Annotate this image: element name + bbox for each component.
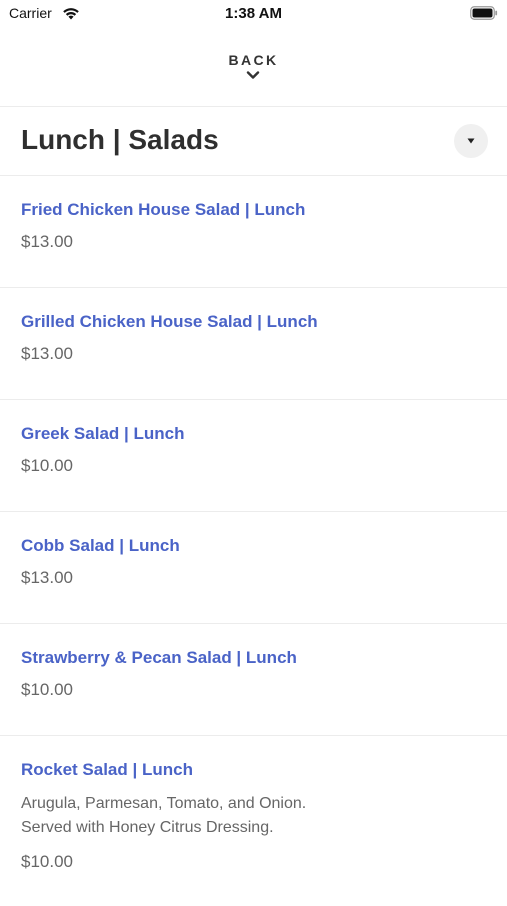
caret-down-icon (467, 138, 475, 144)
menu-item-price: $13.00 (21, 344, 73, 363)
menu-item-price: $10.00 (21, 852, 73, 871)
menu-item-name: Cobb Salad | Lunch (21, 536, 180, 555)
menu-item-name: Strawberry & Pecan Salad | Lunch (21, 648, 297, 667)
menu-item-description-line: Arugula, Parmesan, Tomato, and Onion. (21, 795, 307, 812)
menu-item-name: Grilled Chicken House Salad | Lunch (21, 312, 318, 331)
category-title: Lunch | Salads (21, 124, 219, 155)
menu-item[interactable]: Strawberry & Pecan Salad | Lunch $10.00 (0, 624, 507, 736)
menu-item[interactable]: Grilled Chicken House Salad | Lunch $13.… (0, 288, 507, 400)
category-dropdown-button[interactable] (454, 124, 488, 158)
menu-item-price: $13.00 (21, 568, 73, 587)
menu-item[interactable]: Rocket Salad | Lunch Arugula, Parmesan, … (0, 736, 507, 906)
menu-item-list: Fried Chicken House Salad | Lunch $13.00… (0, 176, 507, 906)
status-bar: Carrier 1:38 AM (0, 0, 507, 28)
menu-item-name: Rocket Salad | Lunch (21, 760, 193, 779)
menu-item[interactable]: Cobb Salad | Lunch $13.00 (0, 512, 507, 624)
category-header: Lunch | Salads (0, 107, 507, 175)
menu-item-description: Arugula, Parmesan, Tomato, and Onion. Se… (21, 792, 381, 840)
menu-item[interactable]: Greek Salad | Lunch $10.00 (0, 400, 507, 512)
chevron-down-icon (247, 71, 260, 79)
menu-item-name: Greek Salad | Lunch (21, 424, 185, 443)
clock-time: 1:38 AM (225, 5, 282, 22)
menu-item[interactable]: Fried Chicken House Salad | Lunch $13.00 (0, 176, 507, 288)
menu-item-price: $13.00 (21, 232, 73, 251)
back-label: BACK (228, 52, 279, 68)
back-header: BACK (0, 46, 507, 102)
menu-item-name: Fried Chicken House Salad | Lunch (21, 200, 306, 219)
menu-item-description-line: Served with Honey Citrus Dressing. (21, 819, 274, 836)
menu-item-price: $10.00 (21, 456, 73, 475)
battery-icon (470, 6, 498, 20)
back-button[interactable]: BACK (216, 46, 290, 82)
menu-item-price: $10.00 (21, 680, 73, 699)
